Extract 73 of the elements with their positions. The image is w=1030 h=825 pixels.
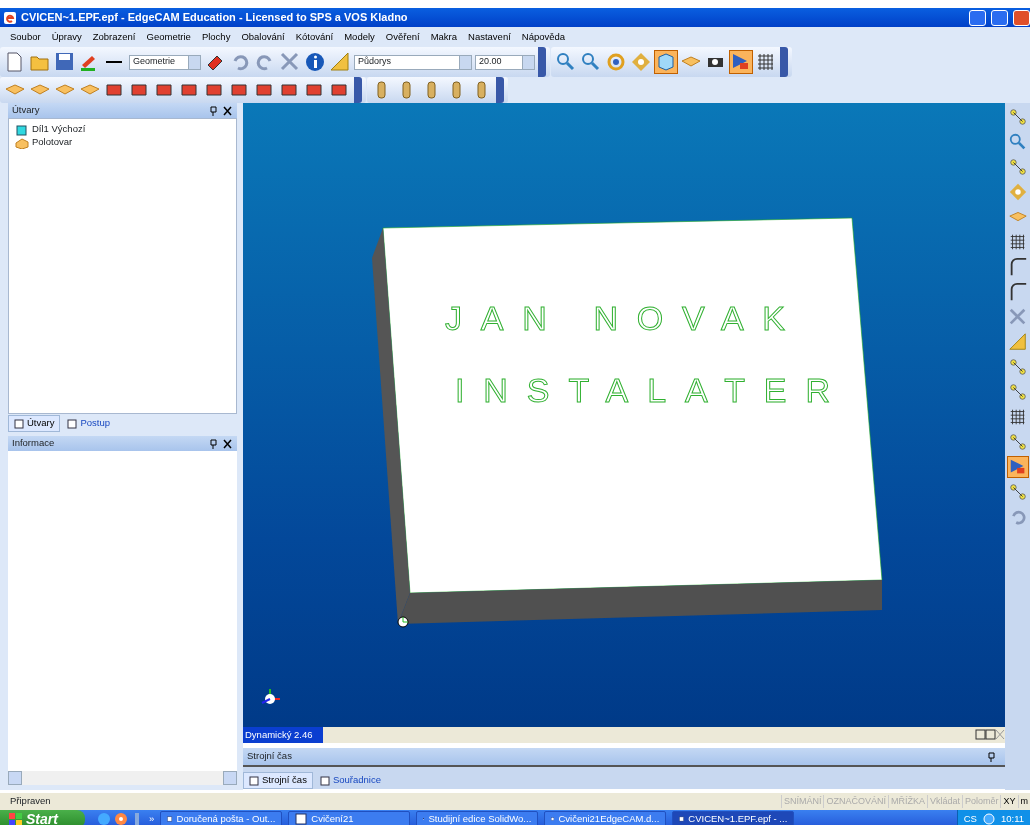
panel-tab[interactable]: Souřadnice	[314, 772, 386, 789]
taskbar-button[interactable]: CVICEN~1.EPF.epf - ...	[672, 811, 795, 825]
menu-item[interactable]: Geometrie	[146, 29, 191, 45]
panel-tab[interactable]: Strojní čas	[243, 772, 313, 789]
info-icon[interactable]	[304, 51, 326, 73]
browser-icon[interactable]	[97, 812, 111, 825]
zoom-window-icon[interactable]	[580, 51, 602, 73]
panel-tab[interactable]: Postup	[62, 415, 116, 432]
clock: 10:11	[1000, 811, 1024, 825]
menu-item[interactable]: Soubor	[10, 29, 41, 45]
pin-close-icon[interactable]	[209, 438, 233, 449]
part-icon	[15, 123, 29, 136]
stock-icon	[15, 136, 29, 149]
taskbar-button[interactable]: Doručená pošta - Out...	[160, 811, 283, 825]
toolbar-options-handle[interactable]	[538, 47, 546, 77]
menu-item[interactable]: Zobrazení	[92, 29, 136, 45]
measure-help-icon[interactable]	[329, 51, 351, 73]
view-layout-icon	[975, 729, 1005, 741]
taskbar-button[interactable]: Studijní edice SolidWo...	[416, 811, 539, 825]
menu-item[interactable]: Obalování	[241, 29, 285, 45]
window-title: CVICEN~1.EPF.epf - EdgeCAM Education - Licensed to SPS a VOS Kladno	[21, 10, 409, 26]
save-icon[interactable]	[54, 51, 76, 73]
menu-item[interactable]: Úpravy	[51, 29, 82, 45]
status-indicator: SNÍMÁNÍ	[780, 794, 824, 809]
panel-tab[interactable]: Útvary	[8, 415, 61, 432]
toolbar-options-handle[interactable]	[780, 47, 788, 77]
panel-title: Strojní čas	[247, 749, 292, 764]
panel-title: Informace	[12, 436, 55, 451]
status-indicator: Poloměr	[961, 794, 1001, 809]
taskbar-button[interactable]: Cvičeni21EdgeCAM.d...	[544, 811, 667, 825]
zoom-icon[interactable]	[555, 51, 577, 73]
horizontal-scrollbar[interactable]	[8, 771, 237, 785]
tree-item[interactable]: Polotovar	[32, 135, 73, 150]
more-items-button[interactable]: »	[149, 811, 155, 825]
status-indicator: m	[1017, 794, 1030, 809]
origin-marker-icon	[396, 615, 410, 629]
status-indicator: MŘÍŽKA	[887, 794, 927, 809]
menu-item[interactable]: Ověření	[385, 29, 420, 45]
layer-dropdown[interactable]: Geometrie	[129, 54, 201, 70]
status-indicator: OZNAČOVÁNÍ	[823, 794, 888, 809]
app-logo-icon	[3, 10, 17, 25]
panel-title: Útvary	[12, 103, 40, 118]
status-message: Připraven	[10, 794, 51, 809]
restore-button[interactable]	[991, 9, 1008, 26]
windows-logo-icon	[8, 812, 22, 825]
menu-item[interactable]: Nápověda	[521, 29, 566, 45]
taskbar-button[interactable]: Cvičení21	[288, 811, 411, 825]
tab-icon	[14, 418, 24, 429]
pin-close-icon[interactable]	[209, 105, 233, 116]
view-status-text: Dynamický 2.46	[243, 727, 323, 743]
cube-view-icon[interactable]	[655, 51, 677, 73]
engraved-text: JAN NOVAK	[445, 299, 785, 337]
engraved-text: INSTALATER	[455, 371, 830, 409]
depth-dropdown[interactable]: 20.00	[475, 54, 535, 70]
tab-icon	[249, 775, 259, 786]
menu-item[interactable]: Modely	[344, 29, 375, 45]
tree-item[interactable]: Díl1 Výchozí	[32, 122, 86, 137]
tab-icon	[319, 775, 330, 786]
tab-icon	[67, 418, 78, 429]
menu-item[interactable]: Makra	[430, 29, 458, 45]
close-button[interactable]	[1013, 9, 1030, 26]
toolbar-options-handle[interactable]	[354, 77, 362, 103]
start-button[interactable]: Start	[0, 810, 85, 825]
minimize-button[interactable]	[969, 9, 986, 26]
menu-item[interactable]: Kótování	[295, 29, 334, 45]
menu-item[interactable]: Nastavení	[468, 29, 511, 45]
status-indicator: Vkládat	[926, 794, 962, 809]
rotate-icon[interactable]	[605, 51, 627, 73]
menu-item[interactable]: Plochy	[201, 29, 231, 45]
view-dropdown[interactable]: Půdorys	[354, 54, 472, 70]
status-indicator: XY	[1000, 794, 1018, 809]
media-player-icon[interactable]	[113, 812, 128, 825]
toolbar-options-handle[interactable]	[496, 77, 504, 103]
